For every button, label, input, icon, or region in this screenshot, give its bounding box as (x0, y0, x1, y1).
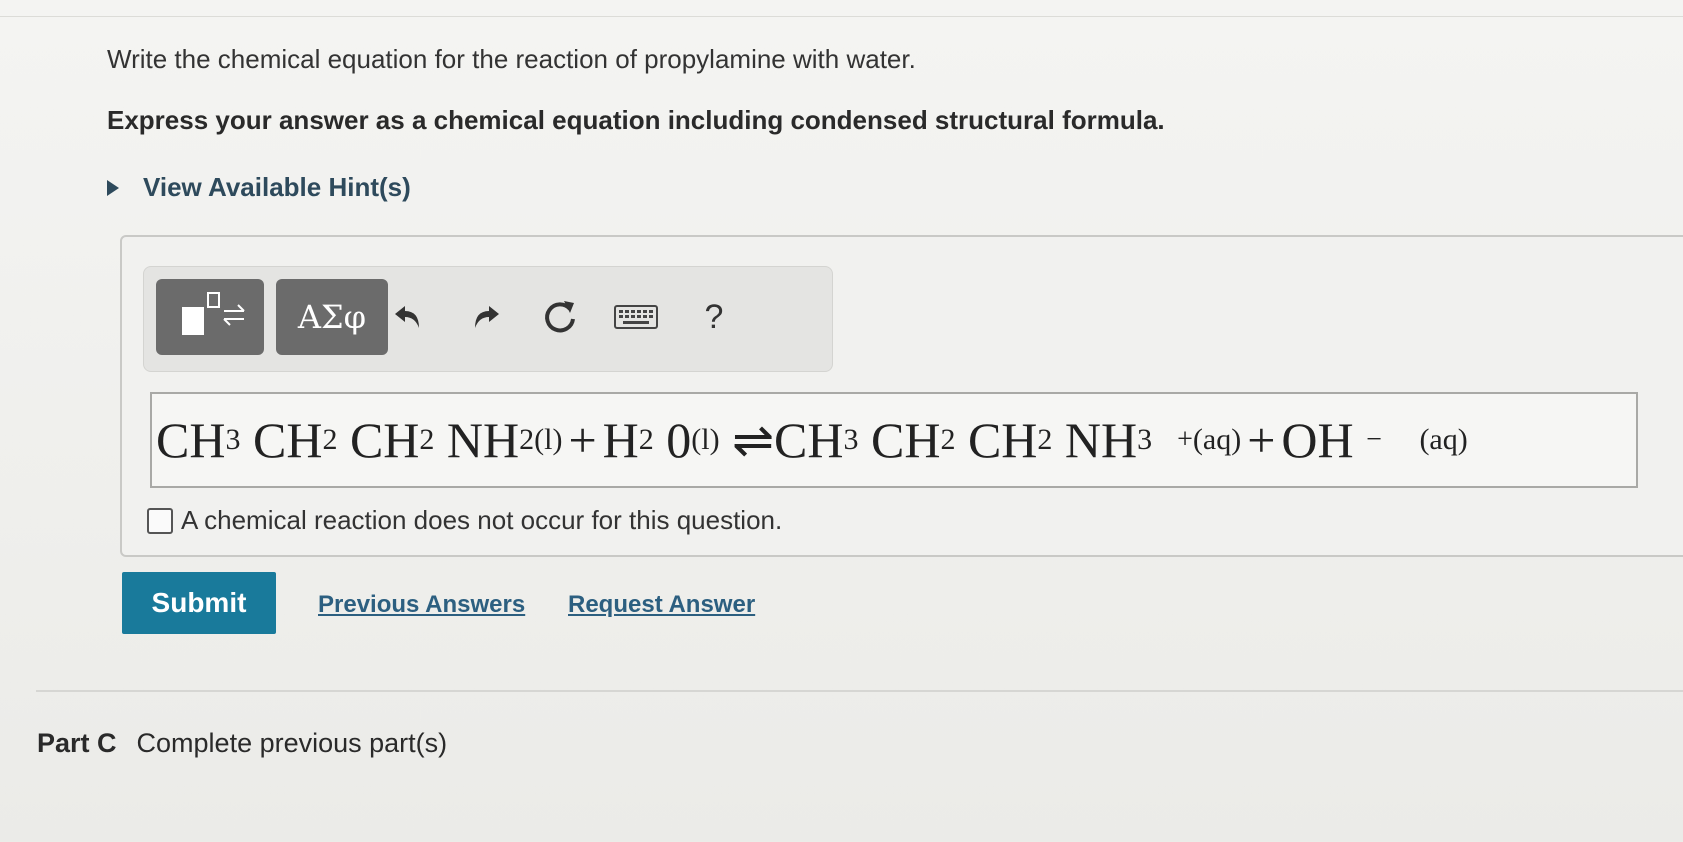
eq-sub: 2 (940, 423, 956, 456)
eq-sub: 2 (638, 423, 654, 456)
view-hints-label: View Available Hint(s) (143, 172, 411, 202)
top-divider (0, 16, 1683, 17)
eq-state: (aq) (1192, 423, 1242, 456)
eq-sub: 2 (419, 423, 435, 456)
redo-icon[interactable] (462, 293, 510, 341)
eq-state: (aq) (1419, 423, 1468, 456)
eq-plus: + (1247, 412, 1276, 468)
eq-sup: + (1177, 424, 1193, 455)
help-icon[interactable]: ? (690, 293, 738, 341)
eq-arrow: ⇌ (732, 412, 774, 468)
view-hints-toggle[interactable]: View Available Hint(s) (107, 172, 411, 203)
part-c-header: Part C Complete previous part(s) (37, 728, 447, 759)
eq-sub: 2(l) (519, 423, 563, 456)
eq-sub: 2 (1037, 423, 1053, 456)
eq-term: CH (870, 412, 941, 468)
eq-sub: (l) (691, 423, 720, 456)
symbols-button[interactable]: ΑΣφ (276, 279, 388, 355)
previous-answers-link[interactable]: Previous Answers (318, 591, 525, 619)
eq-sub: 3 (225, 423, 241, 456)
keyboard-icon[interactable] (612, 293, 660, 341)
eq-term: 0 (666, 412, 692, 468)
reset-icon[interactable] (536, 293, 584, 341)
no-reaction-checkbox[interactable] (147, 507, 173, 534)
eq-plus: + (568, 412, 597, 468)
no-reaction-label: A chemical reaction does not occur for t… (181, 505, 783, 535)
eq-sup: − (1366, 424, 1382, 455)
templates-button[interactable] (156, 279, 264, 355)
templates-icon (168, 289, 252, 346)
eq-sub: 2 (322, 423, 338, 456)
instruction-text: Express your answer as a chemical equati… (107, 105, 1165, 135)
eq-term: NH (446, 412, 520, 468)
eq-term: OH (1281, 412, 1354, 468)
caret-right-icon (107, 179, 119, 196)
question-text: Write the chemical equation for the reac… (107, 44, 916, 74)
eq-term: CH (967, 412, 1038, 468)
request-answer-link[interactable]: Request Answer (568, 591, 755, 619)
submit-button[interactable]: Submit (122, 572, 276, 634)
eq-sub: 3 (1137, 423, 1153, 456)
eq-term: H (602, 412, 639, 468)
equation-toolbar: ΑΣφ ? (143, 266, 833, 372)
part-c-status: Complete previous part(s) (136, 728, 448, 758)
eq-term: CH (156, 412, 226, 468)
equation-input[interactable]: CH 3 CH 2 CH 2 NH 2(l) + H 2 0 (l) ⇌ CH 3 CH 2 CH 2… (150, 392, 1638, 488)
eq-term: CH (252, 412, 323, 468)
undo-icon[interactable] (384, 293, 432, 341)
eq-sub: 3 (843, 423, 859, 456)
eq-term: NH (1064, 412, 1138, 468)
eq-term: CH (349, 412, 420, 468)
section-divider (36, 690, 1683, 692)
no-reaction-option[interactable]: A chemical reaction does not occur for t… (147, 505, 782, 536)
part-c-label: Part C (37, 728, 117, 758)
eq-term: CH (774, 412, 844, 468)
